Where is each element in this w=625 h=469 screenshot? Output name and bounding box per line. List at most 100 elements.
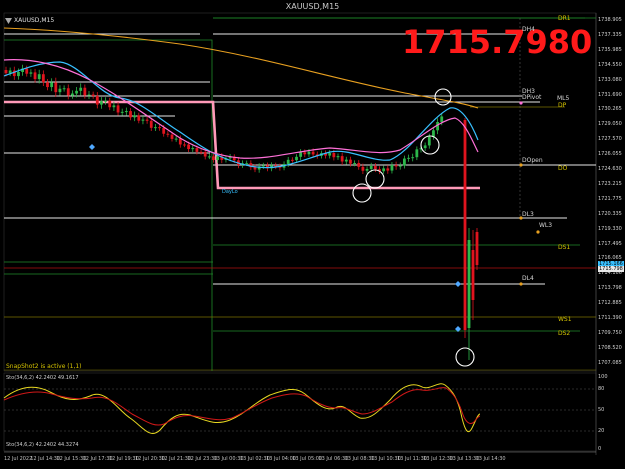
candle-body [212, 156, 215, 160]
candle-body [207, 156, 211, 158]
price-tick-label: 1733.080 [598, 76, 622, 83]
candle-body [50, 82, 54, 88]
candle-body [386, 168, 390, 171]
price-tick-label: 1724.630 [598, 166, 622, 172]
candle-body [170, 134, 174, 139]
marker-circle-1[interactable] [434, 88, 452, 106]
candle-body [83, 87, 87, 96]
oscillator-label: Sto(34,6,2) 42.2402 49.1617 [6, 375, 79, 381]
candle-body [390, 165, 394, 171]
price-tick-label: 1720.335 [598, 210, 622, 217]
price-tick-label: 1723.215 [598, 180, 622, 187]
oscillator-tick-label: 50 [598, 407, 605, 413]
price-tick-label: 1735.985 [598, 46, 622, 53]
candle-body [54, 82, 58, 93]
ma-slow-line [3, 59, 479, 159]
candle-body [303, 152, 307, 155]
level-dot-wl3 [536, 230, 540, 234]
candle-body [104, 100, 107, 102]
candle-body [46, 82, 49, 88]
candle-body [261, 165, 265, 167]
candle-body [66, 88, 70, 96]
candle-body [394, 165, 398, 167]
oscillator-label-2: Sto(34,6,2) 42.2402 44.3274 [6, 442, 79, 448]
oscillator-panel-frame [3, 372, 597, 452]
label-dp: DP [558, 102, 567, 109]
price-chart[interactable] [0, 0, 625, 469]
candle-body [149, 120, 153, 128]
oscillator-tick-label: 100 [598, 374, 608, 380]
candle-body [411, 157, 415, 159]
price-tick-label: 1707.085 [598, 359, 622, 366]
candle-body [307, 151, 311, 155]
candle-body [357, 162, 361, 167]
candle-body [100, 101, 103, 105]
candle-body [332, 153, 336, 158]
candle-body [187, 144, 190, 150]
candle-body [124, 111, 128, 113]
candle-body [423, 145, 427, 149]
label-dr1: DR1 [558, 15, 571, 22]
chart-icon [5, 18, 12, 24]
label-dpivot: DPivot [522, 94, 542, 101]
candle-body [311, 151, 315, 155]
candle-body [299, 152, 303, 157]
candle-body [382, 168, 386, 172]
candle-body [463, 120, 467, 330]
price-tick-label: 1711.390 [598, 315, 622, 321]
label-dh4: DH4 [522, 26, 535, 33]
candle-body [41, 74, 45, 83]
candle-body [344, 159, 348, 162]
candle-body [91, 94, 95, 96]
candle-body [75, 90, 78, 94]
candle-body [349, 159, 352, 164]
label-ws1: WS1 [558, 316, 572, 323]
candle-body [112, 105, 116, 108]
candle-body [71, 93, 74, 96]
stoch-signal-line [3, 387, 481, 426]
level-dot-dl4 [519, 282, 523, 286]
ma-fast-line [3, 61, 479, 169]
candle-body [37, 74, 41, 80]
label-ds1: DS1 [558, 244, 571, 251]
candle-body [87, 94, 91, 96]
candle-body [25, 68, 29, 74]
candle-body [178, 138, 182, 145]
candle-body [145, 119, 149, 121]
candle-body [116, 105, 120, 113]
candle-body [286, 159, 290, 164]
oscillator-tick-label: 0 [598, 446, 602, 452]
label-wl3: WL3 [539, 222, 553, 229]
candle-body [166, 133, 170, 135]
marker-circle-5[interactable] [455, 347, 475, 367]
candle-body [33, 72, 37, 80]
symbol-label: XAUUSD,M15 [14, 17, 55, 24]
candle-body [475, 232, 479, 265]
candle-body [245, 163, 249, 165]
price-tick-label: 1737.335 [598, 31, 622, 38]
label-dl4: DL4 [522, 275, 534, 282]
candle-body [365, 168, 369, 171]
snapshot-status: SnapShot2 is active (1,1) [6, 363, 82, 370]
price-tick-label: 1731.690 [598, 91, 622, 98]
diamond-marker-2 [455, 281, 461, 287]
candle-body [95, 95, 99, 105]
price-tick-label: 1738.905 [598, 17, 622, 23]
label-dopen: DOpen [522, 157, 543, 164]
candle-body [4, 70, 8, 74]
candle-body [108, 100, 112, 108]
candle-body [29, 72, 33, 74]
candle-body [79, 87, 83, 91]
candle-body [154, 127, 157, 129]
candle-body [129, 111, 132, 118]
time-tick-label: 13 Jul 14:30 [475, 456, 506, 462]
price-tick-label: 1712.885 [598, 300, 622, 307]
label-do: DO [558, 165, 568, 172]
candle-body [195, 148, 199, 152]
marker-circle-3[interactable] [365, 169, 385, 189]
stoch-main-line [3, 383, 481, 434]
candle-body [120, 111, 124, 113]
candle-body [133, 115, 137, 118]
window-title: XAUUSD,M15 [285, 2, 340, 11]
candle-body [353, 162, 356, 164]
